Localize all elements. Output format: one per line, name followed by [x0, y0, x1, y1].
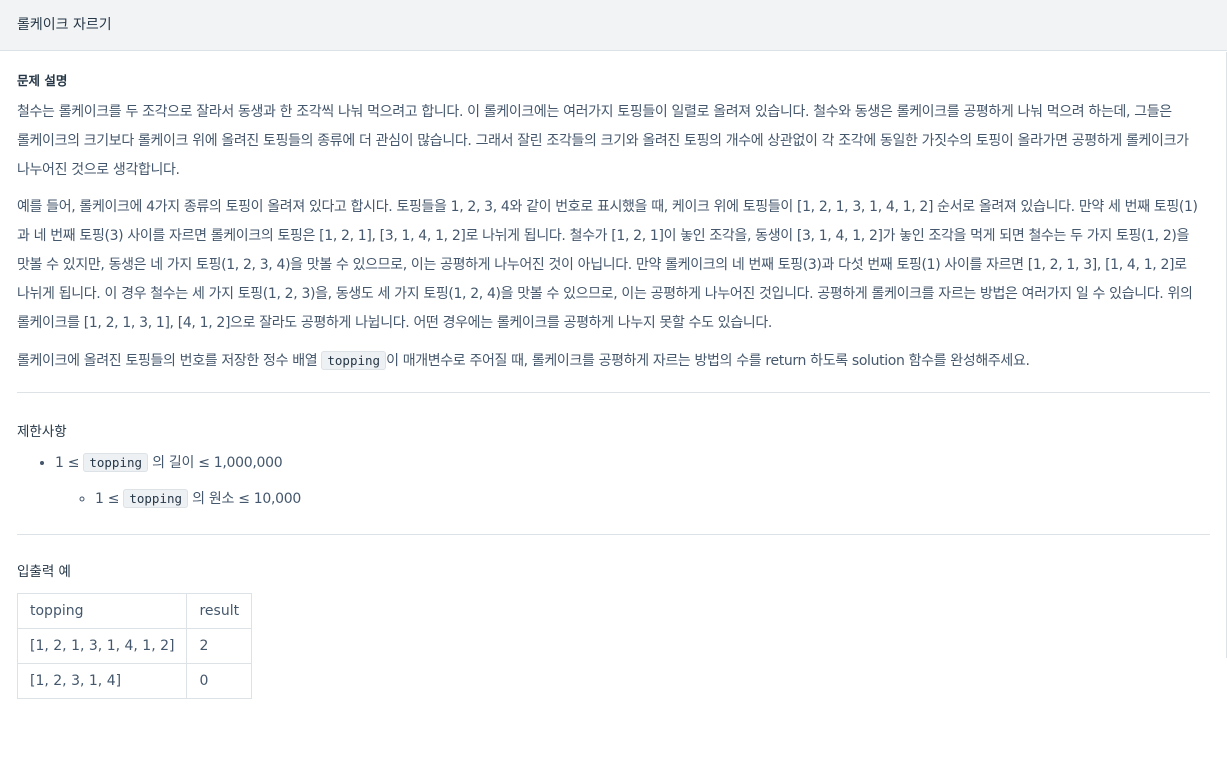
constraints-heading: 제한사항 [17, 424, 67, 440]
column-header-result: result [186, 593, 253, 629]
description-paragraph-1: 철수는 롤케이크를 두 조각으로 잘라서 동생과 한 조각씩 나눠 먹으려고 합… [17, 104, 1189, 178]
section-divider [17, 392, 1210, 393]
inline-code-topping: topping [321, 351, 387, 370]
section-divider [17, 534, 1210, 535]
table-row: [1, 2, 3, 1, 4] 0 [16, 663, 253, 699]
problem-content: 문제 설명 철수는 롤케이크를 두 조각으로 잘라서 동생과 한 조각씩 나눠 … [16, 52, 1210, 699]
column-header-topping: topping [16, 593, 188, 629]
inline-code-topping: topping [83, 453, 149, 472]
constraint-text-start: 1 ≤ [55, 455, 84, 471]
examples-table: topping result [1, 2, 1, 3, 1, 4, 1, 2] … [16, 593, 253, 699]
paragraph-3-text-start: 롤케이크에 올려진 토핑들의 번호를 저장한 정수 배열 [17, 353, 322, 369]
constraint-text-end: 의 원소 ≤ 10,000 [188, 491, 301, 507]
constraint-item: 1 ≤ topping 의 길이 ≤ 1,000,000 1 ≤ topping… [55, 450, 1210, 512]
problem-title: 롤케이크 자르기 [17, 17, 112, 33]
description-heading: 문제 설명 [17, 73, 68, 88]
table-header-row: topping result [16, 593, 253, 629]
constraint-text-start: 1 ≤ [95, 491, 124, 507]
title-bar: 롤케이크 자르기 [0, 0, 1227, 51]
examples-heading: 입출력 예 [17, 564, 71, 580]
description-paragraph-2: 예를 들어, 롤케이크에 4가지 종류의 토핑이 올려져 있다고 합시다. 토핑… [17, 199, 1198, 331]
constraint-text-end: 의 길이 ≤ 1,000,000 [148, 455, 283, 471]
inline-code-topping: topping [123, 489, 189, 508]
table-cell-topping: [1, 2, 3, 1, 4] [16, 663, 188, 699]
table-cell-topping: [1, 2, 1, 3, 1, 4, 1, 2] [16, 628, 188, 664]
paragraph-3-text-end: 이 매개변수로 주어질 때, 롤케이크를 공평하게 자르는 방법의 수를 ret… [386, 353, 1030, 369]
description-paragraph-3: 롤케이크에 올려진 토핑들의 번호를 저장한 정수 배열 topping 이 매개… [17, 346, 1210, 376]
constraint-subitem: 1 ≤ topping 의 원소 ≤ 10,000 [95, 486, 1210, 512]
table-row: [1, 2, 1, 3, 1, 4, 1, 2] 2 [16, 628, 253, 664]
constraints-list: 1 ≤ topping 의 길이 ≤ 1,000,000 1 ≤ topping… [17, 450, 1210, 512]
table-cell-result: 0 [186, 663, 253, 699]
table-cell-result: 2 [186, 628, 253, 664]
constraints-sublist: 1 ≤ topping 의 원소 ≤ 10,000 [55, 486, 1210, 512]
